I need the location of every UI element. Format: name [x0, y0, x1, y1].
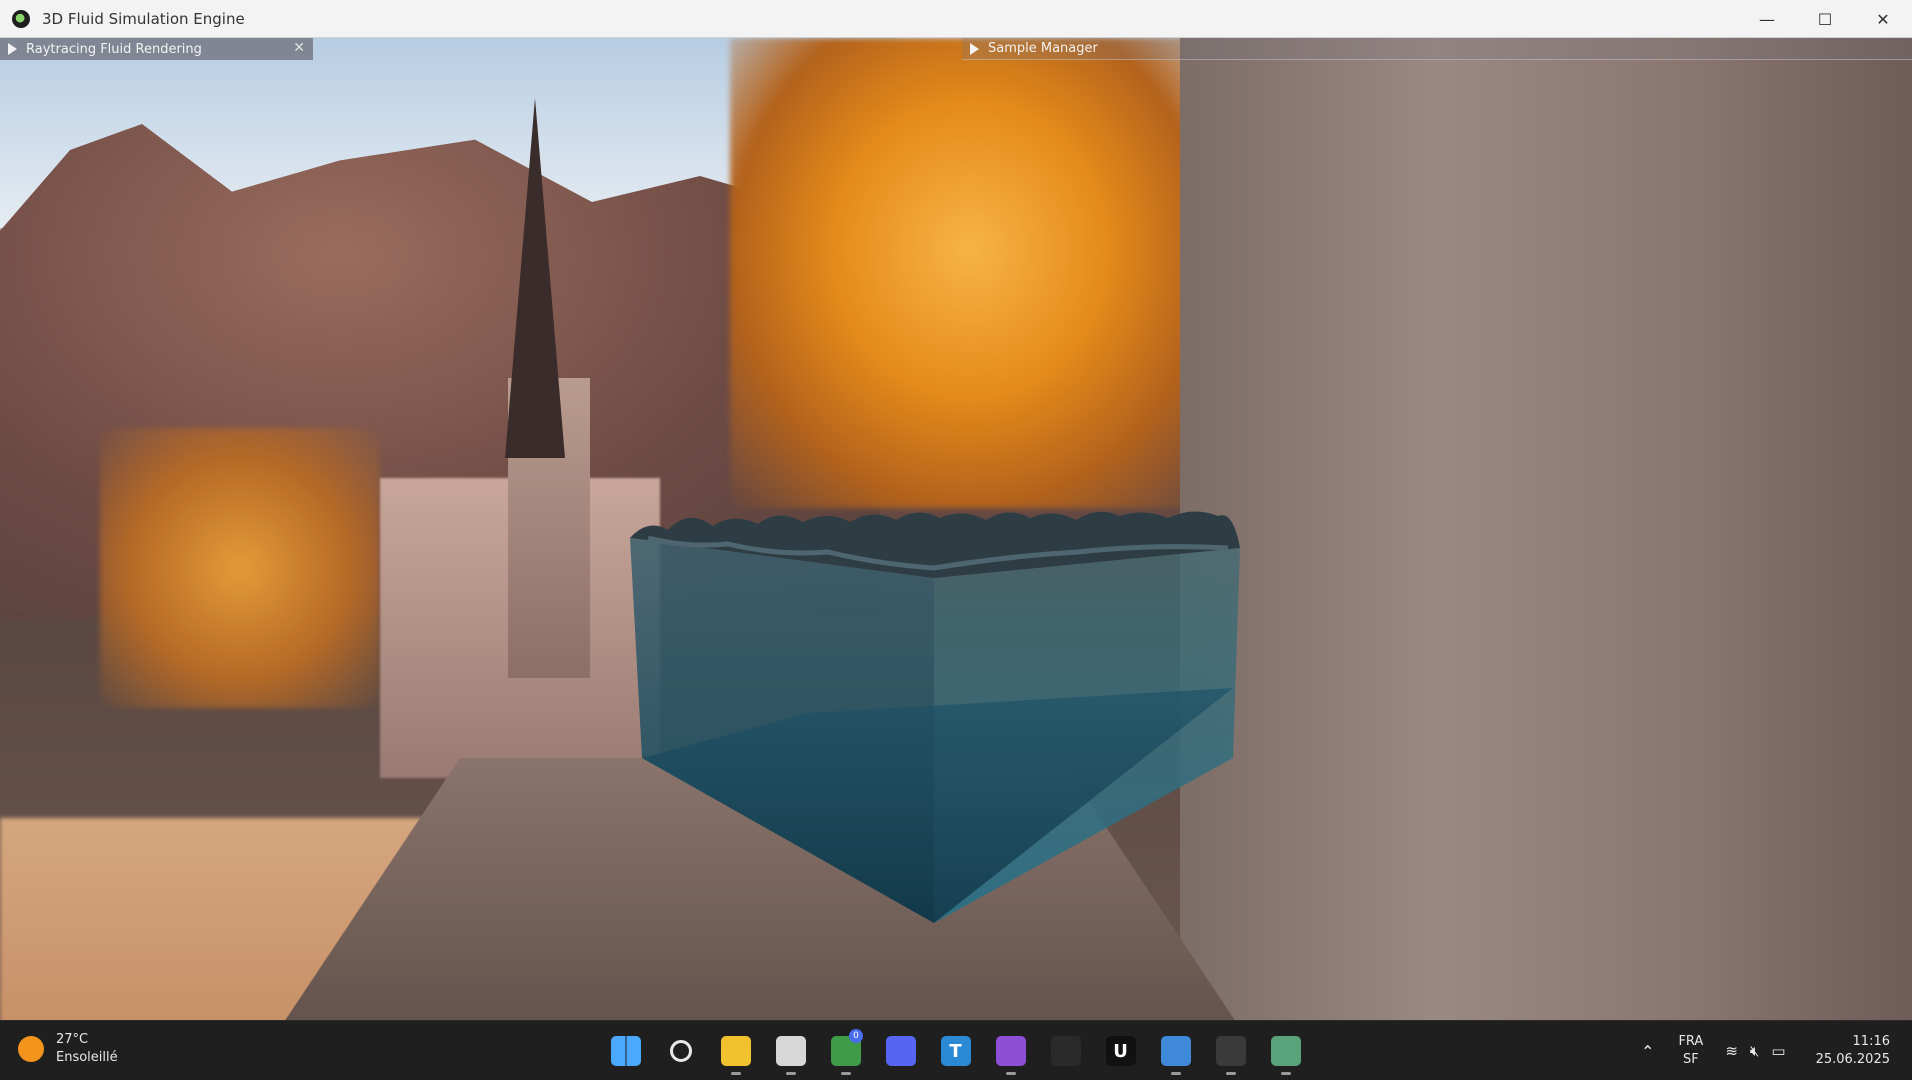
taskbar-app-window[interactable]	[1148, 1027, 1203, 1075]
system-tray: ⌃ FRA SF ≋ 🔇︎ ▭ 11:16 25.06.2025	[1641, 1021, 1912, 1080]
taskbar-chrome[interactable]: 0	[818, 1027, 873, 1075]
language-code: FRA	[1678, 1034, 1704, 1049]
close-icon[interactable]: ✕	[293, 40, 305, 56]
window-icon	[1160, 1036, 1191, 1066]
running-indicator	[730, 1072, 741, 1075]
scene-tree-left	[100, 428, 380, 708]
windows-icon	[610, 1036, 641, 1066]
battery-icon[interactable]: ▭	[1771, 1042, 1785, 1060]
window-title: 3D Fluid Simulation Engine	[42, 9, 245, 28]
taskbar-unity[interactable]	[1038, 1027, 1093, 1075]
clock-date: 25.06.2025	[1815, 1052, 1890, 1067]
taskbar-file-explorer[interactable]	[708, 1027, 763, 1075]
render-viewport[interactable]: Raytracing Fluid Rendering ✕ Sample Mana…	[0, 38, 1912, 1020]
snipping-icon	[775, 1036, 806, 1066]
raytracing-panel-label: Raytracing Fluid Rendering	[26, 41, 202, 57]
app-icon	[12, 9, 30, 28]
taskbar: 27°C Ensoleillé 0 T U ⌃ FRA SF ≋ 🔇︎ ▭ 11:1…	[0, 1020, 1912, 1080]
taskbar-discord[interactable]	[873, 1027, 928, 1075]
taskbar-windows-start[interactable]	[598, 1027, 653, 1075]
text-icon: T	[940, 1036, 971, 1066]
fluid-volume	[630, 511, 1240, 923]
wifi-icon[interactable]: ≋	[1725, 1042, 1738, 1060]
sun-icon	[18, 1036, 44, 1062]
unreal-icon: U	[1105, 1036, 1136, 1066]
close-button[interactable]: ✕	[1854, 0, 1912, 38]
taskbar-typora[interactable]: T	[928, 1027, 983, 1075]
search-icon	[669, 1040, 692, 1062]
running-indicator	[1225, 1072, 1236, 1075]
discord-icon	[885, 1036, 916, 1066]
chevron-up-icon[interactable]: ⌃	[1641, 1042, 1654, 1061]
running-indicator	[840, 1072, 851, 1075]
taskbar-search[interactable]	[653, 1027, 708, 1075]
taskbar-terminal[interactable]	[1203, 1027, 1258, 1075]
notification-badge: 0	[849, 1029, 863, 1043]
taskbar-fluid-engine[interactable]	[1258, 1027, 1313, 1075]
running-indicator	[1280, 1072, 1291, 1075]
taskbar-apps: 0 T U	[598, 1027, 1313, 1075]
taskbar-snipping-tool[interactable]	[763, 1027, 818, 1075]
scene-autumn-trees	[730, 38, 1210, 508]
folder-icon	[720, 1036, 751, 1066]
sample-manager-label: Sample Manager	[988, 41, 1098, 56]
raytracing-panel-header[interactable]: Raytracing Fluid Rendering ✕	[0, 38, 313, 60]
expand-triangle-icon[interactable]	[8, 43, 17, 55]
terminal-icon	[1215, 1036, 1246, 1066]
weather-widget[interactable]: 27°C Ensoleillé	[18, 1031, 118, 1067]
clock[interactable]: 11:16 25.06.2025	[1816, 1033, 1890, 1069]
taskbar-visual-studio[interactable]	[983, 1027, 1038, 1075]
minimize-button[interactable]: —	[1738, 0, 1796, 38]
scene-stone-wall	[1180, 38, 1912, 1020]
expand-triangle-icon[interactable]	[970, 42, 979, 55]
running-indicator	[1170, 1072, 1181, 1075]
running-indicator	[785, 1072, 796, 1075]
input-language[interactable]: FRA SF	[1678, 1033, 1703, 1069]
taskbar-unreal[interactable]: U	[1093, 1027, 1148, 1075]
speaker-muted-icon[interactable]: 🔇︎	[1750, 1042, 1759, 1060]
app-window-icon	[1270, 1036, 1301, 1066]
weather-temperature: 27°C	[56, 1032, 89, 1047]
visual-studio-icon	[995, 1036, 1026, 1066]
weather-condition: Ensoleillé	[56, 1050, 118, 1065]
unity-icon	[1050, 1036, 1081, 1066]
title-bar: 3D Fluid Simulation Engine — ☐ ✕	[0, 0, 1912, 38]
clock-time: 11:16	[1852, 1034, 1890, 1049]
running-indicator	[1005, 1072, 1016, 1075]
maximize-button[interactable]: ☐	[1796, 0, 1854, 38]
keyboard-layout: SF	[1683, 1052, 1699, 1067]
sample-manager-panel-header[interactable]: Sample Manager	[962, 38, 1912, 60]
window-controls: — ☐ ✕	[1738, 0, 1912, 38]
